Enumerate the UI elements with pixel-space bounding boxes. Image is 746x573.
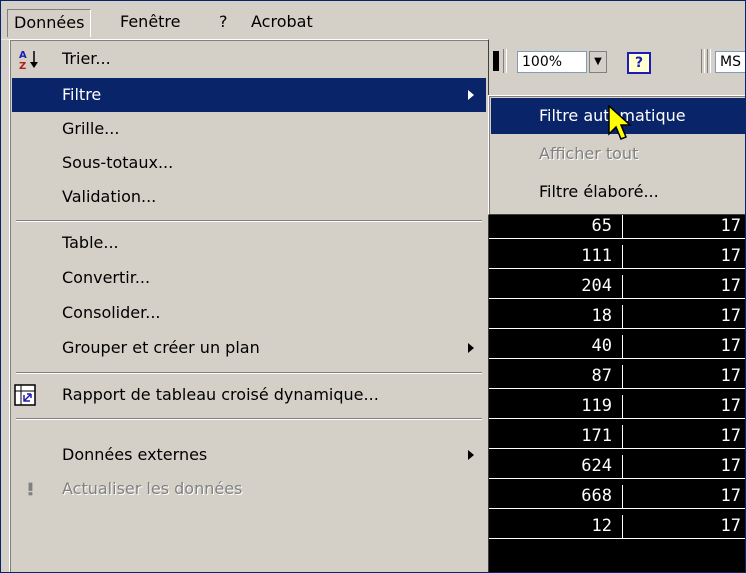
sheet-cell[interactable]: 111 [489,245,623,268]
svg-text:A: A [19,50,27,61]
sheet-cell[interactable]: 668 [489,485,623,508]
menu-item-donnees-externes[interactable]: Données externes [12,438,486,472]
sheet-cell[interactable]: 17 [623,365,745,388]
sheet-cell[interactable]: 17 [623,425,745,448]
menu-item-label: Consolider... [62,303,161,322]
pivot-table-icon [14,384,36,406]
menu-item-grille[interactable]: Grille... [12,112,486,146]
svg-text:Z: Z [19,61,26,70]
menu-item-validation[interactable]: Validation... [12,180,486,214]
menu-separator [16,418,482,420]
font-name-input[interactable]: MS [715,51,745,73]
menu-acrobat[interactable]: Acrobat [245,9,319,37]
menu-item-label: Données externes [62,445,208,464]
refresh-exclamation-icon [28,482,33,496]
excel-window: Données Fenêtre ? Acrobat 100% ▼ ? MS 65… [0,0,746,573]
sheet-row: 668 17 [489,485,745,509]
submenu-item-filtre-elabore[interactable]: Filtre élaboré... [491,174,745,210]
sheet-row: 119 17 [489,395,745,419]
toolbar: 100% ▼ ? MS [489,39,745,81]
help-button[interactable]: ? [624,49,654,75]
sheet-cell[interactable]: 17 [623,395,745,418]
sheet-row: 111 17 [489,245,745,269]
sheet-cell[interactable]: 65 [489,215,623,238]
submenu-arrow-icon [468,450,474,460]
menu-acrobat-label: Acrobat [251,12,313,31]
toolbar-icon-fragment [493,51,499,71]
sheet-cell[interactable]: 171 [489,425,623,448]
sheet-cell[interactable]: 17 [623,245,745,268]
menu-item-label: Table... [62,233,119,252]
sheet-cell[interactable]: 87 [489,365,623,388]
menu-item-label: Validation... [62,187,157,206]
menu-donnees-label: Données [14,13,85,32]
sheet-row: 40 17 [489,335,745,359]
menu-bar: Données Fenêtre ? Acrobat [1,1,745,40]
menu-item-label: Grille... [62,119,120,138]
sheet-row: 65 17 [489,215,745,239]
worksheet[interactable]: 65 17 111 17 204 17 18 17 40 17 87 17 119 17 171 17 624 1… [489,215,745,572]
submenu-item-label: Afficher tout [539,144,639,163]
submenu-arrow-icon [468,90,474,100]
sheet-cell[interactable]: 12 [489,515,623,538]
menu-item-label: Trier... [62,49,111,68]
menu-item-convertir[interactable]: Convertir... [12,261,486,295]
sheet-row: 171 17 [489,425,745,449]
toolbar-separator [503,49,507,73]
menu-item-rapport-tableau-croise[interactable]: Rapport de tableau croisé dynamique... [12,378,486,412]
sheet-cell[interactable]: 40 [489,335,623,358]
menu-donnees[interactable]: Données [7,9,92,37]
font-name-value: MS [720,54,741,70]
submenu-item-label: Filtre élaboré... [539,182,659,201]
sheet-cell[interactable]: 624 [489,455,623,478]
toolbar-separator-3 [707,49,711,73]
menu-item-filtre[interactable]: Filtre [12,78,486,112]
sheet-row: 204 17 [489,275,745,299]
submenu-arrow-icon [468,343,474,353]
sheet-row: 18 17 [489,305,745,329]
menu-item-actualiser: Actualiser les données [12,472,486,506]
sheet-cell[interactable]: 119 [489,395,623,418]
sheet-cell[interactable]: 17 [623,335,745,358]
menu-item-table[interactable]: Table... [12,226,486,260]
menu-help[interactable]: ? [213,9,234,37]
sheet-row: 624 17 [489,455,745,479]
menu-item-grouper[interactable]: Grouper et créer un plan [12,331,486,365]
data-menu: A Z Trier... Filtre Grille... Sous-totau… [9,39,489,572]
menu-item-sous-totaux[interactable]: Sous-totaux... [12,146,486,180]
menu-separator [16,220,482,222]
menu-item-label: Sous-totaux... [62,153,174,172]
menu-item-label: Grouper et créer un plan [62,338,260,357]
sheet-cell[interactable]: 17 [623,455,745,478]
mouse-pointer-icon [608,105,632,140]
sort-az-icon: A Z [19,50,38,70]
toolbar-separator-2 [701,49,705,73]
zoom-select[interactable]: 100% [517,51,587,73]
menu-separator [16,372,482,374]
menu-item-label: Convertir... [62,268,151,287]
sheet-row: 12 17 [489,515,745,539]
sheet-cell[interactable]: 17 [623,275,745,298]
sheet-cell[interactable]: 204 [489,275,623,298]
menu-fenetre-label: Fenêtre [120,12,181,31]
menu-help-label: ? [219,12,228,31]
menu-item-consolider[interactable]: Consolider... [12,296,486,330]
menu-item-label: Actualiser les données [62,479,243,498]
help-icon: ? [627,52,651,74]
menu-item-label: Rapport de tableau croisé dynamique... [62,385,379,404]
zoom-value: 100% [522,54,563,70]
sheet-cell[interactable]: 17 [623,215,745,238]
menu-fenetre[interactable]: Fenêtre [114,9,187,37]
zoom-dropdown-arrow[interactable]: ▼ [589,51,607,73]
sheet-cell[interactable]: 17 [623,515,745,538]
sheet-cell[interactable]: 18 [489,305,623,328]
menu-item-label: Filtre [62,85,102,104]
menu-item-trier[interactable]: A Z Trier... [12,42,486,76]
sheet-cell[interactable]: 17 [623,305,745,328]
sheet-row: 87 17 [489,365,745,389]
sheet-cell[interactable]: 17 [623,485,745,508]
